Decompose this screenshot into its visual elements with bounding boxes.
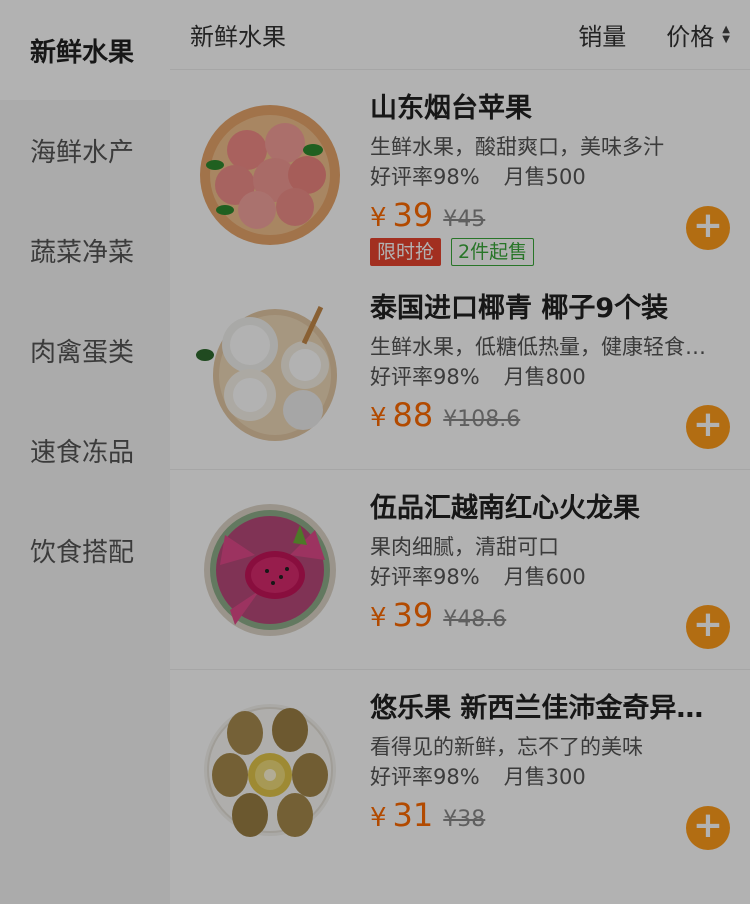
- price-row: ¥31 ¥38: [370, 796, 725, 836]
- price-value: 31: [392, 796, 434, 834]
- monthly-sales-text: 月售600: [503, 565, 586, 589]
- original-price: ¥45: [443, 207, 486, 232]
- sidebar-item-label: 海鲜水产: [30, 137, 135, 168]
- monthly-sales-text: 月售300: [503, 765, 586, 789]
- product-title: 伍品汇越南红心火龙果: [370, 493, 640, 524]
- currency-symbol: ¥: [370, 203, 387, 233]
- sidebar-item-diet-pairing[interactable]: 饮食搭配: [0, 500, 170, 600]
- sort-arrows-icon: ▲ ▼: [722, 23, 730, 45]
- product-title: 泰国进口椰青 椰子9个装: [370, 293, 669, 324]
- product-stats: 好评率98% 月售300: [370, 762, 725, 792]
- sort-bar: 新鲜水果 销量 价格 ▲ ▼: [170, 0, 750, 70]
- price-value: 39: [392, 196, 434, 234]
- sidebar-item-meat-eggs[interactable]: 肉禽蛋类: [0, 300, 170, 400]
- price-row: ¥39 ¥45: [370, 196, 725, 236]
- monthly-sales-text: 月售800: [503, 365, 586, 389]
- sidebar-item-label: 饮食搭配: [30, 537, 135, 568]
- product-card[interactable]: 泰国进口椰青 椰子9个装 生鲜水果，低糖低热量，健康轻食… 好评率98% 月售80…: [170, 270, 750, 470]
- product-description: 看得见的新鲜，忘不了的美味: [370, 735, 643, 759]
- kiwi-image: [204, 704, 336, 837]
- currency-symbol: ¥: [370, 803, 387, 833]
- current-category-title: 新鲜水果: [190, 23, 286, 51]
- sort-sales-label: 销量: [578, 23, 627, 51]
- promo-tags: 限时抢 2件起售: [370, 238, 725, 266]
- product-card[interactable]: 伍品汇越南红心火龙果 果肉细腻，清甜可口 好评率98% 月售600 ¥39 ¥48…: [170, 470, 750, 670]
- product-title: 山东烟台苹果: [370, 93, 532, 124]
- category-sidebar: 新鲜水果 海鲜水产 蔬菜净菜 肉禽蛋类 速食冻品 饮食搭配: [0, 0, 170, 904]
- flash-sale-tag: 限时抢: [370, 238, 442, 266]
- coconut-image: [196, 306, 337, 441]
- sale-price: ¥39: [370, 196, 433, 234]
- rating-text: 好评率98%: [370, 765, 480, 789]
- price-row: ¥39 ¥48.6: [370, 596, 725, 636]
- currency-symbol: ¥: [370, 403, 387, 433]
- add-to-cart-button[interactable]: +: [686, 605, 730, 649]
- sidebar-item-label: 蔬菜净菜: [30, 237, 135, 268]
- product-card[interactable]: 山东烟台苹果 生鲜水果，酸甜爽口，美味多汁 好评率98% 月售500 ¥39 ¥4…: [170, 70, 750, 270]
- add-to-cart-button[interactable]: +: [686, 806, 730, 850]
- sidebar-item-fresh-fruit[interactable]: 新鲜水果: [0, 0, 170, 100]
- sidebar-item-label: 速食冻品: [30, 437, 135, 468]
- sort-price-label: 价格: [666, 23, 715, 51]
- product-list-panel: 新鲜水果 销量 价格 ▲ ▼ 山东烟台苹果 生鲜水果，酸甜爽口，美味多汁 好评率9…: [170, 0, 750, 904]
- monthly-sales-text: 月售500: [503, 165, 586, 189]
- sidebar-item-seafood[interactable]: 海鲜水产: [0, 100, 170, 200]
- product-description: 生鲜水果，酸甜爽口，美味多汁: [370, 135, 664, 159]
- original-price: ¥108.6: [443, 407, 521, 432]
- product-stats: 好评率98% 月售800: [370, 362, 725, 392]
- sale-price: ¥31: [370, 796, 433, 834]
- product-stats: 好评率98% 月售500: [370, 162, 725, 192]
- product-title: 悠乐果 新西兰佳沛金奇异…: [370, 693, 704, 724]
- add-to-cart-button[interactable]: +: [686, 405, 730, 449]
- product-stats: 好评率98% 月售600: [370, 562, 725, 592]
- add-to-cart-button[interactable]: +: [686, 206, 730, 250]
- sort-by-sales-button[interactable]: 销量: [578, 17, 626, 52]
- product-card[interactable]: 悠乐果 新西兰佳沛金奇异… 看得见的新鲜，忘不了的美味 好评率98% 月售300 …: [170, 670, 750, 870]
- rating-text: 好评率98%: [370, 165, 480, 189]
- sidebar-item-frozen[interactable]: 速食冻品: [0, 400, 170, 500]
- sort-by-price-button[interactable]: 价格 ▲ ▼: [666, 17, 730, 52]
- sale-price: ¥88: [370, 396, 433, 434]
- original-price: ¥38: [443, 807, 486, 832]
- min-quantity-tag: 2件起售: [451, 238, 535, 266]
- sale-price: ¥39: [370, 596, 433, 634]
- price-row: ¥88 ¥108.6: [370, 396, 725, 436]
- sidebar-item-label: 肉禽蛋类: [30, 337, 135, 368]
- dragon-fruit-image: [204, 504, 336, 636]
- original-price: ¥48.6: [443, 607, 507, 632]
- product-description: 生鲜水果，低糖低热量，健康轻食…: [370, 335, 706, 359]
- rating-text: 好评率98%: [370, 565, 480, 589]
- product-description: 果肉细腻，清甜可口: [370, 535, 559, 559]
- sidebar-item-label: 新鲜水果: [30, 37, 135, 68]
- price-value: 39: [392, 596, 434, 634]
- currency-symbol: ¥: [370, 603, 387, 633]
- price-value: 88: [392, 396, 434, 434]
- rating-text: 好评率98%: [370, 365, 480, 389]
- sidebar-item-vegetables[interactable]: 蔬菜净菜: [0, 200, 170, 300]
- apple-image: [200, 105, 340, 245]
